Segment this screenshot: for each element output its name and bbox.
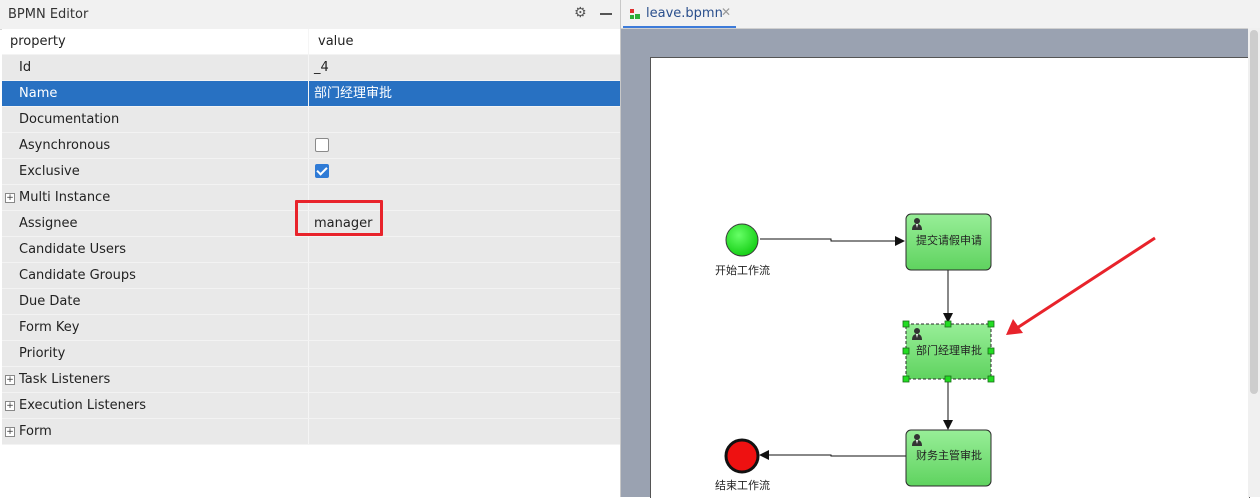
property-value[interactable]: [310, 419, 620, 444]
property-row-documentation[interactable]: Documentation: [2, 107, 620, 133]
property-name: Candidate Users: [2, 237, 309, 262]
property-grid-header: property value: [2, 29, 620, 55]
expand-icon[interactable]: +: [5, 375, 15, 385]
task-label: 部门经理审批: [916, 343, 982, 357]
property-row-name[interactable]: Name 部门经理审批: [2, 81, 620, 107]
property-row-id[interactable]: Id _4: [2, 55, 620, 81]
minimize-icon[interactable]: [600, 13, 612, 15]
checkbox-checked[interactable]: [315, 164, 329, 178]
property-name: Execution Listeners: [2, 393, 309, 418]
flow-finance-to-end[interactable]: [759, 450, 906, 460]
property-name: Multi Instance: [2, 185, 309, 210]
column-header-value[interactable]: value: [310, 29, 620, 54]
property-grid: property value Id _4 Name 部门经理审批 Documentati…: [2, 29, 620, 445]
property-value[interactable]: [310, 237, 620, 262]
task-finance-approval[interactable]: 财务主管审批: [905, 429, 992, 487]
property-name: Asynchronous: [2, 133, 309, 158]
property-name: Assignee: [2, 211, 309, 236]
start-event[interactable]: [725, 223, 759, 257]
property-value[interactable]: [310, 107, 620, 132]
property-name: Documentation: [2, 107, 309, 132]
task-submit-leave[interactable]: 提交请假申请: [905, 213, 992, 271]
column-header-property[interactable]: property: [2, 29, 309, 54]
bpmn-diagram: 开始工作流 提交请假申请 部门经理审批 财务主管审批 结束工作流: [715, 213, 1156, 492]
bpmn-editor-panel: BPMN Editor ⚙ property value Id _4 Name 部门经…: [0, 0, 621, 497]
end-event[interactable]: [724, 438, 760, 474]
property-row-task-listeners[interactable]: Task Listeners +: [2, 367, 620, 393]
property-row-candidate-groups[interactable]: Candidate Groups: [2, 263, 620, 289]
property-value[interactable]: [310, 263, 620, 288]
property-name: Name: [2, 81, 309, 106]
diagram-editor: leave.bpmn ✕ 开始工作流 提交请假申请 部门经理审批 财务主管审批 …: [621, 0, 1260, 498]
panel-header: BPMN Editor ⚙: [0, 0, 620, 30]
annotation-arrow: [1006, 236, 1156, 335]
property-name: Candidate Groups: [2, 263, 309, 288]
property-value[interactable]: 部门经理审批: [310, 81, 620, 106]
property-name: Priority: [2, 341, 309, 366]
property-value[interactable]: [310, 133, 620, 158]
property-row-asynchronous[interactable]: Asynchronous: [2, 133, 620, 159]
panel-title: BPMN Editor: [8, 7, 89, 22]
property-name: Due Date: [2, 289, 309, 314]
property-name: Exclusive: [2, 159, 309, 184]
property-name: Id: [2, 55, 309, 80]
property-row-exclusive[interactable]: Exclusive: [2, 159, 620, 185]
task-label: 提交请假申请: [916, 233, 982, 247]
property-row-candidate-users[interactable]: Candidate Users: [2, 237, 620, 263]
property-value[interactable]: [310, 367, 620, 392]
expand-icon[interactable]: +: [5, 427, 15, 437]
property-value[interactable]: [310, 159, 620, 184]
property-row-due-date[interactable]: Due Date: [2, 289, 620, 315]
start-event-label: 开始工作流: [715, 263, 770, 277]
property-value[interactable]: [310, 341, 620, 366]
expand-icon[interactable]: +: [5, 401, 15, 411]
property-row-form[interactable]: Form +: [2, 419, 620, 445]
expand-icon[interactable]: +: [5, 193, 15, 203]
task-manager-approval[interactable]: 部门经理审批: [902, 320, 995, 383]
property-name: Form Key: [2, 315, 309, 340]
property-row-form-key[interactable]: Form Key: [2, 315, 620, 341]
property-row-execution-listeners[interactable]: Execution Listeners +: [2, 393, 620, 419]
property-name: Task Listeners: [2, 367, 309, 392]
property-row-priority[interactable]: Priority: [2, 341, 620, 367]
property-value[interactable]: _4: [310, 55, 620, 80]
property-value[interactable]: [310, 393, 620, 418]
property-value[interactable]: [310, 289, 620, 314]
task-label: 财务主管审批: [916, 448, 982, 462]
end-event-label: 结束工作流: [715, 478, 770, 492]
property-name: Form: [2, 419, 309, 444]
checkbox-unchecked[interactable]: [315, 138, 329, 152]
flow-start-to-submit[interactable]: [760, 236, 905, 246]
assignee-highlight-box: [295, 200, 383, 236]
property-value[interactable]: [310, 315, 620, 340]
gear-icon[interactable]: ⚙: [574, 6, 588, 20]
